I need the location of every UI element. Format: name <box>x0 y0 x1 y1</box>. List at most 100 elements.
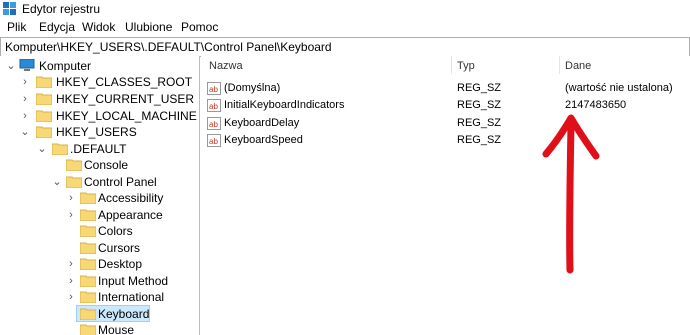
tree-item-hkcu[interactable]: › HKEY_CURRENT_USER <box>0 91 199 107</box>
tree-item-control-panel[interactable]: ⌄ Control Panel <box>0 174 199 190</box>
chevron-right-icon[interactable]: › <box>20 76 30 88</box>
tree-item-international[interactable]: › International <box>0 289 199 305</box>
menu-plik[interactable]: Plik <box>7 20 26 34</box>
tree-label-colors: Colors <box>98 224 133 238</box>
folder-icon <box>66 176 82 188</box>
tree-item-hkcr[interactable]: › HKEY_CLASSES_ROOT <box>0 74 199 90</box>
folder-icon <box>80 225 96 237</box>
value-data: (wartość nie ustalona) <box>565 82 673 94</box>
tree-item-komputer[interactable]: ⌄ Komputer <box>0 58 199 74</box>
folder-icon <box>36 110 52 122</box>
menu-bar: Plik Edycja Widok Ulubione Pomoc <box>0 18 690 36</box>
table-row[interactable]: ab (Domyślna) REG_SZ (wartość nie ustalo… <box>201 80 690 97</box>
registry-editor-icon <box>3 2 16 15</box>
tree-label-hkcr: HKEY_CLASSES_ROOT <box>56 75 193 89</box>
value-name: InitialKeyboardIndicators <box>224 99 345 111</box>
tree-item-accessibility[interactable]: › Accessibility <box>0 190 199 206</box>
tree-label-cursors: Cursors <box>98 241 141 255</box>
tree-item-input-method[interactable]: › Input Method <box>0 273 199 289</box>
value-type: REG_SZ <box>457 82 502 94</box>
folder-icon <box>36 126 52 138</box>
column-divider[interactable] <box>451 56 452 74</box>
table-row[interactable]: ab KeyboardSpeed REG_SZ <box>201 132 690 149</box>
value-name: KeyboardDelay <box>224 117 300 129</box>
menu-widok[interactable]: Widok <box>82 20 115 34</box>
string-value-icon: ab <box>207 99 221 112</box>
tree-label-desktop: Desktop <box>98 257 143 271</box>
tree-item-hku[interactable]: ⌄ HKEY_USERS <box>0 124 199 140</box>
address-bar[interactable]: Komputer\HKEY_USERS\.DEFAULT\Control Pan… <box>0 37 690 57</box>
menu-edycja[interactable]: Edycja <box>39 20 75 34</box>
chevron-right-icon[interactable]: › <box>66 192 76 204</box>
tree-item-default[interactable]: ⌄ .DEFAULT <box>0 141 199 157</box>
folder-icon <box>80 242 96 254</box>
chevron-right-icon[interactable]: › <box>66 209 76 221</box>
tree-label-accessibility: Accessibility <box>98 191 164 205</box>
chevron-right-icon[interactable]: › <box>66 291 76 303</box>
address-path: Komputer\HKEY_USERS\.DEFAULT\Control Pan… <box>5 40 332 54</box>
tree-label-hklm: HKEY_LOCAL_MACHINE <box>56 109 197 123</box>
tree-label-control-panel: Control Panel <box>84 175 157 189</box>
menu-pomoc[interactable]: Pomoc <box>181 20 218 34</box>
tree-item-hklm[interactable]: › HKEY_LOCAL_MACHINE <box>0 108 199 124</box>
tree-item-colors[interactable]: Colors <box>0 223 199 239</box>
tree-label-mouse: Mouse <box>98 323 135 335</box>
string-value-icon: ab <box>207 82 221 95</box>
folder-icon <box>80 209 96 221</box>
computer-icon <box>19 59 35 71</box>
table-row[interactable]: ab InitialKeyboardIndicators REG_SZ 2147… <box>201 97 690 114</box>
tree-label-hkcu: HKEY_CURRENT_USER <box>56 92 195 106</box>
folder-icon <box>80 275 96 287</box>
column-header-name[interactable]: Nazwa <box>209 60 243 72</box>
column-header-data[interactable]: Dane <box>565 60 591 72</box>
table-row[interactable]: ab KeyboardDelay REG_SZ <box>201 115 690 132</box>
chevron-down-icon[interactable]: ⌄ <box>20 126 30 138</box>
title-bar: Edytor rejestru <box>0 0 690 18</box>
column-divider[interactable] <box>559 56 560 74</box>
chevron-right-icon[interactable]: › <box>66 275 76 287</box>
folder-icon <box>80 291 96 303</box>
value-name: (Domyślna) <box>224 82 281 94</box>
tree-label-appearance: Appearance <box>98 208 163 222</box>
chevron-right-icon[interactable]: › <box>66 258 76 270</box>
string-value-icon: ab <box>207 117 221 130</box>
values-list[interactable]: Nazwa Typ Dane ab (Domyślna) REG_SZ (war… <box>201 56 690 335</box>
column-header-type[interactable]: Typ <box>457 60 475 72</box>
tree-label-komputer: Komputer <box>39 59 92 73</box>
tree-item-console[interactable]: Console <box>0 157 199 173</box>
string-value-icon: ab <box>207 134 221 147</box>
tree-item-desktop[interactable]: › Desktop <box>0 256 199 272</box>
tree-label-hku: HKEY_USERS <box>56 125 137 139</box>
tree-label-default: .DEFAULT <box>70 142 127 156</box>
tree-label-console: Console <box>84 158 129 172</box>
tree-item-appearance[interactable]: › Appearance <box>0 207 199 223</box>
value-type: REG_SZ <box>457 134 502 146</box>
value-type: REG_SZ <box>457 117 502 129</box>
value-name: KeyboardSpeed <box>224 134 303 146</box>
chevron-down-icon[interactable]: ⌄ <box>6 60 16 72</box>
svg-text:ab: ab <box>209 102 218 111</box>
chevron-down-icon[interactable]: ⌄ <box>52 176 62 188</box>
folder-icon <box>52 143 68 155</box>
folder-icon <box>36 93 52 105</box>
tree-label-input-method: Input Method <box>98 274 169 288</box>
key-tree[interactable]: ⌄ Komputer › HKEY_CLASSES_ROOT › HKEY_CU… <box>0 56 200 335</box>
chevron-right-icon[interactable]: › <box>20 110 30 122</box>
svg-text:ab: ab <box>209 137 218 146</box>
folder-icon <box>80 324 96 335</box>
tree-label-international: International <box>98 290 165 304</box>
folder-icon <box>66 159 82 171</box>
chevron-right-icon[interactable]: › <box>20 93 30 105</box>
menu-ulubione[interactable]: Ulubione <box>125 20 172 34</box>
tree-item-cursors[interactable]: Cursors <box>0 240 199 256</box>
value-data: 2147483650 <box>565 99 627 111</box>
chevron-down-icon[interactable]: ⌄ <box>37 143 47 155</box>
tree-item-keyboard[interactable]: Keyboard <box>0 306 199 322</box>
tree-item-mouse[interactable]: Mouse <box>0 322 199 335</box>
svg-text:ab: ab <box>209 85 218 94</box>
svg-text:ab: ab <box>209 120 218 129</box>
red-arrow-annotation <box>542 114 600 274</box>
folder-icon <box>80 308 96 320</box>
value-type: REG_SZ <box>457 99 502 111</box>
folder-icon <box>80 192 96 204</box>
